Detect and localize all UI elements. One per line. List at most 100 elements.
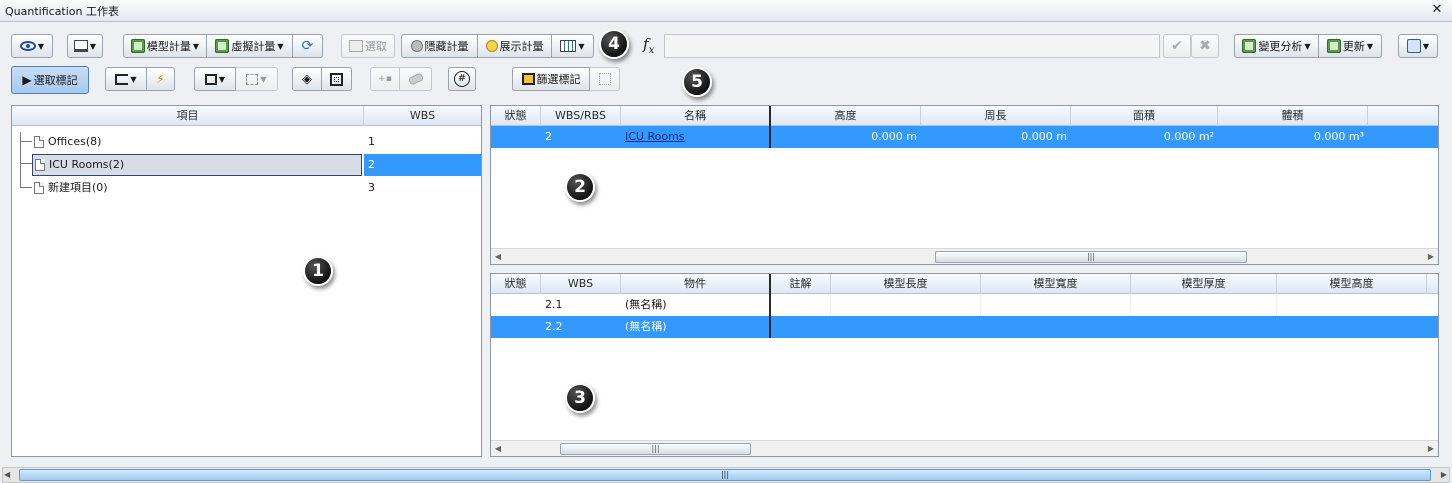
col-status[interactable]: 狀態 — [491, 106, 541, 126]
tree-col-item[interactable]: 項目 — [12, 106, 364, 126]
cell-model-thickness — [1131, 294, 1277, 316]
col-status[interactable]: 狀態 — [491, 274, 541, 294]
cell-perimeter: 0.000 m — [1021, 130, 1067, 143]
object-row[interactable]: 2.1 (無名稱) — [491, 294, 1438, 316]
refresh-takeoff-button[interactable]: ⟳ — [293, 34, 323, 58]
col-comment[interactable]: 註解 — [771, 274, 831, 294]
col-model-length[interactable]: 模型長度 — [831, 274, 981, 294]
cell-area: 0.000 m² — [1163, 130, 1214, 143]
tree-row-selected[interactable]: ICU Rooms(2) 2 — [12, 154, 481, 176]
main-area: ▼ ▼ 模型計量 ▼ 虛擬計量 ▼ ⟳ 選取 隱藏計量 展示計量 ▼ fx ✔ … — [0, 22, 1452, 483]
tree-col-wbs[interactable]: WBS — [364, 106, 481, 126]
change-analysis-icon — [1242, 39, 1257, 53]
scroll-right-icon[interactable]: ▶ — [1424, 249, 1438, 264]
col-height[interactable]: 高度 — [771, 106, 921, 126]
number-button[interactable]: # — [448, 67, 476, 91]
area-button[interactable]: ▼ — [194, 67, 236, 91]
takeoff-group: 模型計量 ▼ 虛擬計量 ▼ ⟳ — [123, 34, 323, 58]
panel-icon — [73, 40, 88, 52]
virtual-takeoff-label: 虛擬計量 — [231, 40, 276, 53]
col-object[interactable]: 物件 — [621, 274, 771, 294]
scroll-thumb[interactable]: ||| — [935, 251, 1247, 263]
show-takeoff-button[interactable]: 展示計量 — [478, 34, 552, 58]
col-extra — [1427, 274, 1438, 294]
scroll-right-icon[interactable]: ▶ — [1441, 468, 1447, 482]
chevron-down-icon: ▼ — [277, 41, 284, 51]
object-row-selected[interactable]: 2.2 (無名稱) — [491, 316, 1438, 338]
chevron-down-icon: ▼ — [37, 41, 45, 51]
export-button[interactable]: ▼ — [1398, 34, 1438, 58]
bucket-fill-button[interactable]: ◈ — [292, 67, 322, 91]
polyline-magic-button[interactable]: ⚡ — [147, 67, 175, 91]
tree-row[interactable]: 新建項目(0) 3 — [12, 177, 481, 199]
takeoff-grid-hscrollbar[interactable]: ◀ ||| ▶ — [491, 248, 1438, 264]
scroll-left-icon[interactable]: ◀ — [4, 468, 10, 482]
object-grid-hscrollbar[interactable]: ◀ ||| ▶ — [491, 440, 1438, 456]
col-model-thickness[interactable]: 模型厚度 — [1131, 274, 1277, 294]
window-titlebar: Quantification 工作表 ✕ — [0, 0, 1452, 22]
window-scroll-thumb[interactable]: ||| — [19, 469, 1431, 481]
chevron-down-icon: ▼ — [1422, 41, 1430, 51]
cell-object: (無名稱) — [621, 294, 771, 316]
scroll-left-icon[interactable]: ◀ — [491, 249, 505, 264]
update-button[interactable]: 更新 ▼ — [1319, 34, 1382, 58]
cell-height: 0.000 m — [871, 130, 917, 143]
eraser-button[interactable] — [400, 67, 432, 91]
paint-bucket-icon: ◈ — [302, 71, 312, 87]
callout-2: 2 — [565, 172, 595, 202]
virtual-takeoff-button[interactable]: 虛擬計量 ▼ — [207, 34, 293, 58]
formula-input[interactable] — [664, 34, 1160, 58]
model-takeoff-button[interactable]: 模型計量 ▼ — [123, 34, 207, 58]
formula-cancel-button[interactable]: ✖ — [1191, 34, 1219, 58]
panel-layout-button[interactable]: ▼ — [67, 34, 103, 58]
cell-comment — [771, 294, 831, 316]
tree-row[interactable]: Offices(8) 1 — [12, 131, 481, 153]
change-analysis-label: 變更分析 — [1258, 40, 1303, 53]
scroll-thumb[interactable]: ||| — [560, 443, 751, 455]
callout-1: 1 — [303, 256, 333, 286]
cell-volume: 0.000 m³ — [1313, 130, 1364, 143]
formula-accept-button[interactable]: ✔ — [1163, 34, 1191, 58]
select-button[interactable]: 選取 — [341, 34, 395, 58]
box-select-icon — [330, 72, 343, 86]
polyline-icon — [115, 73, 129, 85]
change-analysis-button[interactable]: 變更分析 ▼ — [1234, 34, 1319, 58]
chevron-down-icon: ▼ — [260, 74, 267, 84]
col-wbs[interactable]: WBS — [541, 274, 621, 294]
col-model-width[interactable]: 模型寬度 — [981, 274, 1131, 294]
box-select-button[interactable] — [322, 67, 352, 91]
area-dotted-button[interactable]: ▼ — [236, 67, 278, 91]
filter-mark-icon — [521, 73, 535, 85]
scroll-right-icon[interactable]: ▶ — [1424, 441, 1438, 456]
window-title: Quantification 工作表 — [5, 4, 119, 18]
tree-header: 項目 WBS — [12, 106, 481, 126]
cell-name-link[interactable]: ICU Rooms — [625, 130, 685, 143]
filter-options-button[interactable] — [590, 67, 620, 91]
takeoff-row[interactable]: 2 ICU Rooms 0.000 m 0.000 m 0.000 m² 0.0… — [491, 126, 1438, 148]
col-wbs-rbs[interactable]: WBS/RBS — [541, 106, 621, 126]
scroll-left-icon[interactable]: ◀ — [491, 441, 505, 456]
show-takeoff-label: 展示計量 — [499, 40, 544, 53]
col-model-height[interactable]: 模型高度 — [1277, 274, 1427, 294]
col-volume[interactable]: 體積 — [1218, 106, 1368, 126]
area-group: ▼ ▼ — [194, 67, 278, 91]
add-count-button[interactable]: +▪ — [370, 67, 400, 91]
takeoff-grid-pane: 狀態 WBS/RBS 名稱 高度 周長 面積 體積 2 ICU Rooms 0.… — [490, 105, 1439, 265]
callout-4: 4 — [599, 29, 629, 59]
col-name[interactable]: 名稱 — [621, 106, 771, 126]
select-mark-button[interactable]: ▶ 選取標記 — [11, 66, 89, 94]
filter-mark-label: 篩選標記 — [536, 73, 581, 86]
takeoff-sheet-icon — [215, 39, 230, 53]
view-toggle-button[interactable]: ▼ — [11, 34, 53, 58]
filter-mark-button[interactable]: 篩選標記 — [512, 67, 590, 91]
polyline-button[interactable]: ▼ — [105, 67, 147, 91]
window-hscrollbar[interactable]: ◀ ||| ▶ — [2, 467, 1450, 483]
chevron-down-icon: ▼ — [89, 41, 97, 51]
view-mode-button[interactable]: ▼ — [552, 34, 594, 58]
hide-takeoff-button[interactable]: 隱藏計量 — [401, 34, 478, 58]
callout-5: 5 — [682, 67, 712, 97]
col-perimeter[interactable]: 周長 — [921, 106, 1071, 126]
col-area[interactable]: 面積 — [1071, 106, 1218, 126]
close-icon[interactable]: ✕ — [1430, 3, 1444, 17]
chevron-down-icon: ▼ — [218, 74, 226, 84]
